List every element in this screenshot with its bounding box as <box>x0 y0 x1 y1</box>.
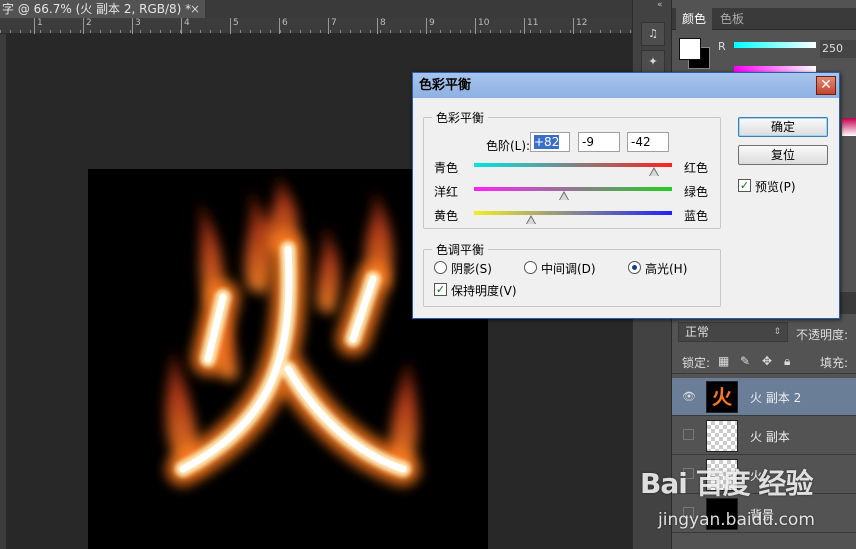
ruler-tick: 10 <box>475 18 489 34</box>
visibility-toggle[interactable] <box>683 468 694 479</box>
slider-left-label: 洋红 <box>434 185 459 199</box>
level-cyan-red-value: +82 <box>534 135 560 149</box>
opacity-label: 不透明度: <box>796 328 849 342</box>
close-icon[interactable]: ✕ <box>816 76 836 95</box>
layer-row[interactable]: 火 副本 <box>672 417 856 455</box>
history-panel-icon[interactable]: ♫ <box>641 22 665 46</box>
ruler-tick: 12 <box>573 18 587 34</box>
ruler-tick: 8 <box>377 18 386 34</box>
ruler-tick: 3 <box>132 18 141 34</box>
visibility-eye-icon[interactable]: 👁︎ <box>682 390 696 404</box>
lock-all-icon[interactable]: 🔒︎ <box>784 354 790 369</box>
yellow-blue-slider-handle[interactable] <box>526 215 537 224</box>
layer-row[interactable]: 背景 <box>672 495 856 533</box>
radio-label: 中间调(D) <box>541 262 596 276</box>
lock-label: 锁定: <box>682 356 711 370</box>
magenta-green-slider-handle[interactable] <box>559 191 570 200</box>
layer-thumbnail: 火 <box>706 381 738 413</box>
document-tab-title: 字 @ 66.7% (火 副本 2, RGB/8) * <box>2 2 192 16</box>
tab-color[interactable]: 颜色 <box>676 8 713 30</box>
foreground-color-swatch[interactable] <box>679 38 701 60</box>
channel-r-label: R <box>718 40 726 53</box>
collapse-panels-icon[interactable]: « <box>657 0 663 10</box>
reset-button[interactable]: 复位 <box>738 145 828 165</box>
tone-balance-group: 色调平衡 阴影(S) 中间调(D) 高光(H) ✓ 保持明度(V) <box>423 241 721 307</box>
ruler-tick: 4 <box>181 18 190 34</box>
radio-label: 阴影(S) <box>451 262 492 276</box>
chevron-down-icon: ⇕ <box>773 327 781 337</box>
radio-shadows[interactable] <box>434 261 447 274</box>
close-tab-icon[interactable]: × <box>190 0 200 18</box>
ruler-tick: 2 <box>83 18 92 34</box>
ok-button[interactable]: 确定 <box>738 117 828 137</box>
layer-name: 背景 <box>750 508 775 522</box>
level-magenta-green-input[interactable]: -9 <box>578 132 620 152</box>
preserve-luminosity-checkbox[interactable]: ✓ <box>434 283 447 296</box>
dialog-title-bar[interactable]: 色彩平衡 ✕ <box>413 73 839 98</box>
layer-thumbnail <box>706 498 738 530</box>
document-tab-bar: 字 @ 66.7% (火 副本 2, RGB/8) * × <box>0 0 632 18</box>
layer-name: 火 副本 <box>750 430 790 444</box>
preview-label: 预览(P) <box>755 180 796 194</box>
layer-thumbnail <box>706 459 738 491</box>
color-panel-tabs: 颜色 色板 <box>672 8 856 30</box>
layer-name: 火 <box>750 469 763 483</box>
levels-label: 色阶(L): <box>486 139 531 153</box>
slider-right-label: 绿色 <box>684 185 709 199</box>
layer-thumbnail <box>706 420 738 452</box>
tab-swatches[interactable]: 色板 <box>714 8 750 30</box>
layer-row[interactable]: 火 <box>672 456 856 494</box>
ruler-tick: 9 <box>426 18 435 34</box>
slider-right-label: 蓝色 <box>684 209 709 223</box>
ruler-tick: 7 <box>328 18 337 34</box>
radio-highlights[interactable] <box>628 261 641 274</box>
slider-left-label: 黄色 <box>434 209 459 223</box>
layer-name: 火 副本 2 <box>750 391 802 405</box>
slider-right-label: 红色 <box>684 161 709 175</box>
group-title: 色调平衡 <box>432 241 489 258</box>
level-cyan-red-input[interactable]: +82 <box>530 132 570 152</box>
fill-label: 填充: <box>820 356 849 370</box>
radio-midtones[interactable] <box>524 261 537 274</box>
blend-mode-value: 正常 <box>685 325 710 339</box>
color-balance-dialog: 色彩平衡 ✕ 色彩平衡 色阶(L): +82 -9 -42 青色 红色 洋红 绿… <box>412 72 840 319</box>
level-yellow-blue-input[interactable]: -42 <box>627 132 669 152</box>
preserve-luminosity-label: 保持明度(V) <box>451 284 517 298</box>
preview-checkbox[interactable]: ✓ <box>738 179 751 192</box>
ruler-tick: 11 <box>524 18 538 34</box>
dialog-title: 色彩平衡 <box>419 78 472 93</box>
document-tab[interactable]: 字 @ 66.7% (火 副本 2, RGB/8) * × <box>0 0 205 18</box>
visibility-toggle[interactable] <box>683 429 694 440</box>
photoshop-window: 字 @ 66.7% (火 副本 2, RGB/8) * × 1234567891… <box>0 0 856 549</box>
magenta-green-slider[interactable] <box>474 187 672 191</box>
slider-left-label: 青色 <box>434 161 459 175</box>
cyan-red-slider-handle[interactable] <box>649 167 660 176</box>
lock-row: 锁定: ▦ ✎ ✥ 🔒︎ 填充: <box>672 348 856 374</box>
cyan-red-slider[interactable] <box>474 163 672 167</box>
group-title: 色彩平衡 <box>432 109 489 126</box>
lock-transparency-icon[interactable]: ▦ <box>718 354 729 368</box>
red-channel-slider[interactable] <box>734 42 816 48</box>
layer-row[interactable]: 👁︎ 火 火 副本 2 <box>672 378 856 416</box>
visibility-toggle[interactable] <box>683 507 694 518</box>
lock-position-icon[interactable]: ✥ <box>762 354 772 368</box>
ruler-tick: 1 <box>34 18 43 34</box>
yellow-blue-slider[interactable] <box>474 211 672 215</box>
radio-label: 高光(H) <box>645 262 688 276</box>
ruler-tick: 5 <box>230 18 239 34</box>
color-ramp[interactable] <box>842 118 856 136</box>
red-value-field[interactable]: 250 <box>820 40 856 58</box>
color-balance-group: 色彩平衡 色阶(L): +82 -9 -42 青色 红色 洋红 绿色 黄色 蓝色 <box>423 109 721 229</box>
blend-mode-select[interactable]: 正常 ⇕ <box>678 322 788 342</box>
ruler-tick: 6 <box>279 18 288 34</box>
horizontal-ruler[interactable]: 1 2 3 4 5 6 7 8 9 10 11 12 <box>0 18 632 34</box>
properties-panel-icon[interactable]: ✦ <box>641 50 665 74</box>
lock-paint-icon[interactable]: ✎ <box>740 354 750 368</box>
